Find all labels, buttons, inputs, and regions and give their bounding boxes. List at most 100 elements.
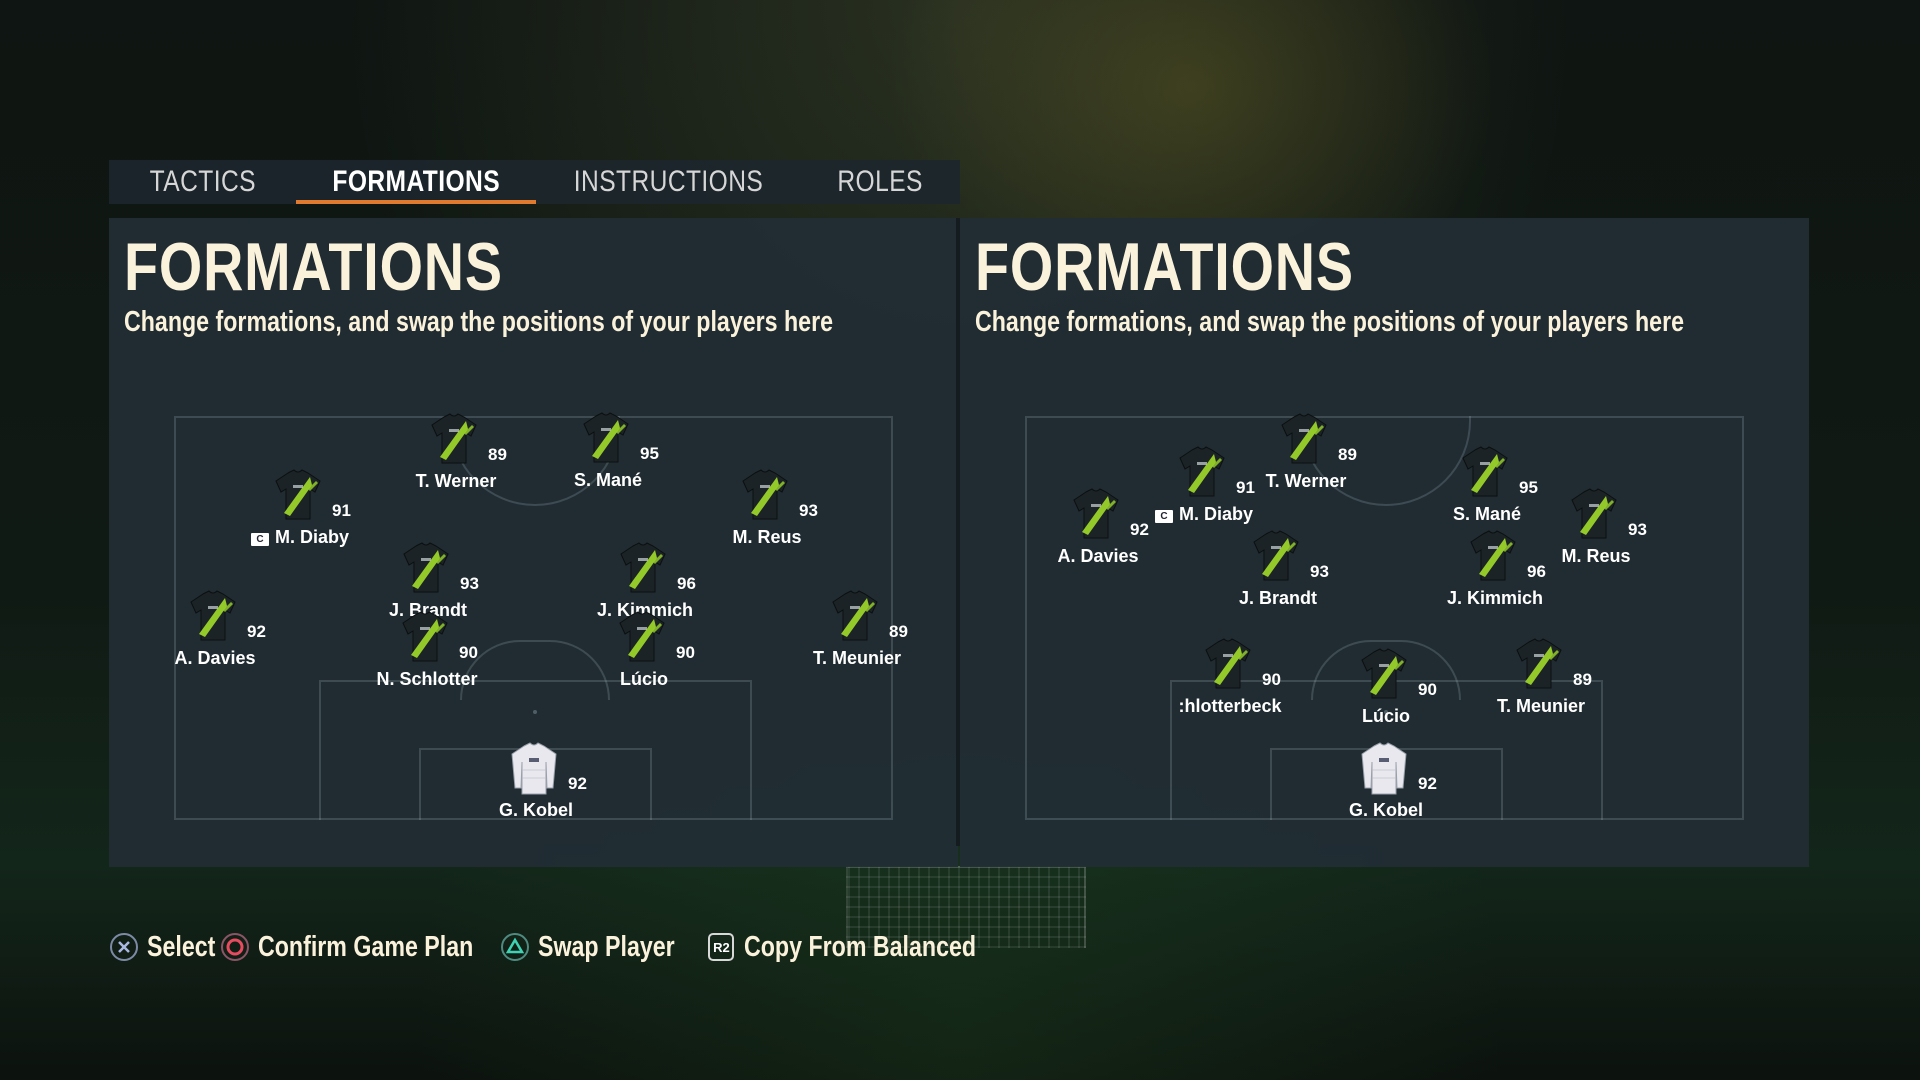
select-hint[interactable]: Select: [109, 931, 232, 964]
player-rating: 95: [640, 444, 659, 463]
outfield-kit-icon: [185, 588, 241, 644]
player-rating: 90: [1262, 670, 1281, 689]
goalkeeper-kit-icon: [1356, 740, 1412, 796]
outfield-kit-icon: [1356, 646, 1412, 702]
hint-label: Confirm Game Plan: [258, 930, 474, 963]
outfield-kit-icon: [614, 609, 670, 665]
panel-title: FORMATIONS: [975, 229, 1354, 305]
player-name: N. Schlotter: [376, 669, 478, 689]
player-card[interactable]: 92 G. Kobel: [456, 740, 616, 830]
tab-instructions[interactable]: INSTRUCTIONS: [536, 160, 800, 204]
player-rating: 96: [1527, 562, 1546, 581]
player-rating: 93: [799, 501, 818, 520]
tab-roles[interactable]: ROLES: [800, 160, 960, 204]
outfield-kit-icon: [1248, 528, 1304, 584]
outfield-kit-icon: [426, 411, 482, 467]
player-card[interactable]: 89 T. Werner: [376, 411, 536, 501]
outfield-kit-icon: [578, 410, 634, 466]
player-rating: 96: [677, 574, 696, 593]
tab-label: FORMATIONS: [332, 165, 500, 198]
outfield-kit-icon: [1174, 444, 1230, 500]
tab-bar: TACTICS FORMATIONS INSTRUCTIONS ROLES: [109, 160, 960, 204]
player-card[interactable]: 90 Lúcio: [1306, 646, 1466, 736]
player-card[interactable]: 92 A. Davies: [135, 588, 295, 678]
player-name: Lúcio: [620, 669, 668, 689]
player-name: G. Kobel: [498, 800, 573, 820]
button-hints: Select Confirm Game Plan Swap Player R2 …: [109, 927, 1035, 967]
formation-panel-alternate: FORMATIONS Change formations, and swap t…: [960, 218, 1809, 867]
player-rating: 93: [460, 574, 479, 593]
player-rating: 90: [1418, 680, 1437, 699]
hint-label: Copy From Balanced: [744, 930, 977, 963]
formation-panel-current: FORMATIONS Change formations, and swap t…: [109, 218, 958, 867]
player-card[interactable]: 89 T. Meunier: [777, 588, 937, 678]
player-name: Lúcio: [1362, 706, 1410, 726]
swap-player-hint[interactable]: Swap Player: [500, 931, 709, 964]
player-card[interactable]: 92 G. Kobel: [1306, 740, 1466, 830]
player-rating: 91: [332, 501, 351, 520]
player-name: T. Meunier: [1496, 696, 1585, 716]
copy-from-balanced-hint[interactable]: R2 Copy From Balanced: [706, 931, 1034, 964]
outfield-kit-icon: [737, 467, 793, 523]
tab-tactics[interactable]: TACTICS: [109, 160, 296, 204]
player-name: T. Meunier: [812, 648, 901, 668]
player-rating: 92: [1418, 774, 1437, 793]
player-card[interactable]: 90 N. Schlotter: [347, 609, 507, 699]
player-name: G. Kobel: [1348, 800, 1423, 820]
player-card[interactable]: 93 J. Brandt: [1198, 528, 1358, 618]
outfield-kit-icon: [1457, 444, 1513, 500]
player-name: A. Davies: [174, 648, 256, 668]
player-rating: 90: [459, 643, 478, 662]
pitch-penalty-spot: [533, 710, 537, 714]
outfield-kit-icon: [397, 609, 453, 665]
player-name: A. Davies: [1057, 546, 1139, 566]
tab-formations[interactable]: FORMATIONS: [296, 160, 536, 204]
player-card[interactable]: 95 S. Mané: [528, 410, 688, 500]
player-card[interactable]: 89 T. Werner: [1226, 411, 1386, 501]
r2-key-label: R2: [708, 933, 735, 961]
player-card[interactable]: 89 T. Meunier: [1461, 636, 1621, 726]
circle-button-icon: [220, 932, 250, 962]
player-rating: 93: [1310, 562, 1329, 581]
captain-badge-icon: C: [250, 533, 269, 546]
player-rating: 92: [568, 774, 587, 793]
player-rating: 93: [1628, 520, 1647, 539]
player-rating: 90: [676, 643, 695, 662]
outfield-kit-icon: [615, 540, 671, 596]
player-card[interactable]: 92 A. Davies: [1018, 486, 1178, 576]
player-rating: 89: [488, 445, 507, 464]
player-card[interactable]: 90 :hlotterbeck: [1150, 636, 1310, 726]
player-card[interactable]: 90 Lúcio: [564, 609, 724, 699]
outfield-kit-icon: [398, 540, 454, 596]
tab-label: INSTRUCTIONS: [573, 165, 763, 198]
player-name: S. Mané: [573, 470, 643, 490]
player-name: :hlotterbeck: [1178, 696, 1282, 716]
r2-button-icon: R2: [706, 932, 736, 962]
hint-label: Select: [147, 930, 216, 963]
player-rating: 89: [1573, 670, 1592, 689]
triangle-button-icon: [500, 932, 530, 962]
hint-label: Swap Player: [537, 930, 675, 963]
player-rating: 92: [247, 622, 266, 641]
panel-subtitle: Change formations, and swap the position…: [975, 306, 1685, 338]
confirm-game-plan-hint[interactable]: Confirm Game Plan: [220, 931, 527, 964]
goalkeeper-kit-icon: [506, 740, 562, 796]
panel-subtitle: Change formations, and swap the position…: [124, 306, 834, 338]
panel-title: FORMATIONS: [124, 229, 503, 305]
outfield-kit-icon: [1200, 636, 1256, 692]
tab-label: ROLES: [837, 165, 923, 198]
player-name: T. Werner: [415, 471, 497, 491]
outfield-kit-icon: [1511, 636, 1567, 692]
player-card[interactable]: 96 J. Kimmich: [1415, 528, 1575, 618]
outfield-kit-icon: [1068, 486, 1124, 542]
tab-label: TACTICS: [149, 165, 256, 198]
cross-button-icon: [109, 932, 139, 962]
player-rating: 92: [1130, 520, 1149, 539]
player-rating: 89: [889, 622, 908, 641]
player-rating: 89: [1338, 445, 1357, 464]
player-name-text: M. Diaby: [274, 527, 349, 547]
outfield-kit-icon: [1465, 528, 1521, 584]
player-name: J. Brandt: [1238, 588, 1317, 608]
outfield-kit-icon: [827, 588, 883, 644]
player-name-text: M. Diaby: [1178, 504, 1253, 524]
